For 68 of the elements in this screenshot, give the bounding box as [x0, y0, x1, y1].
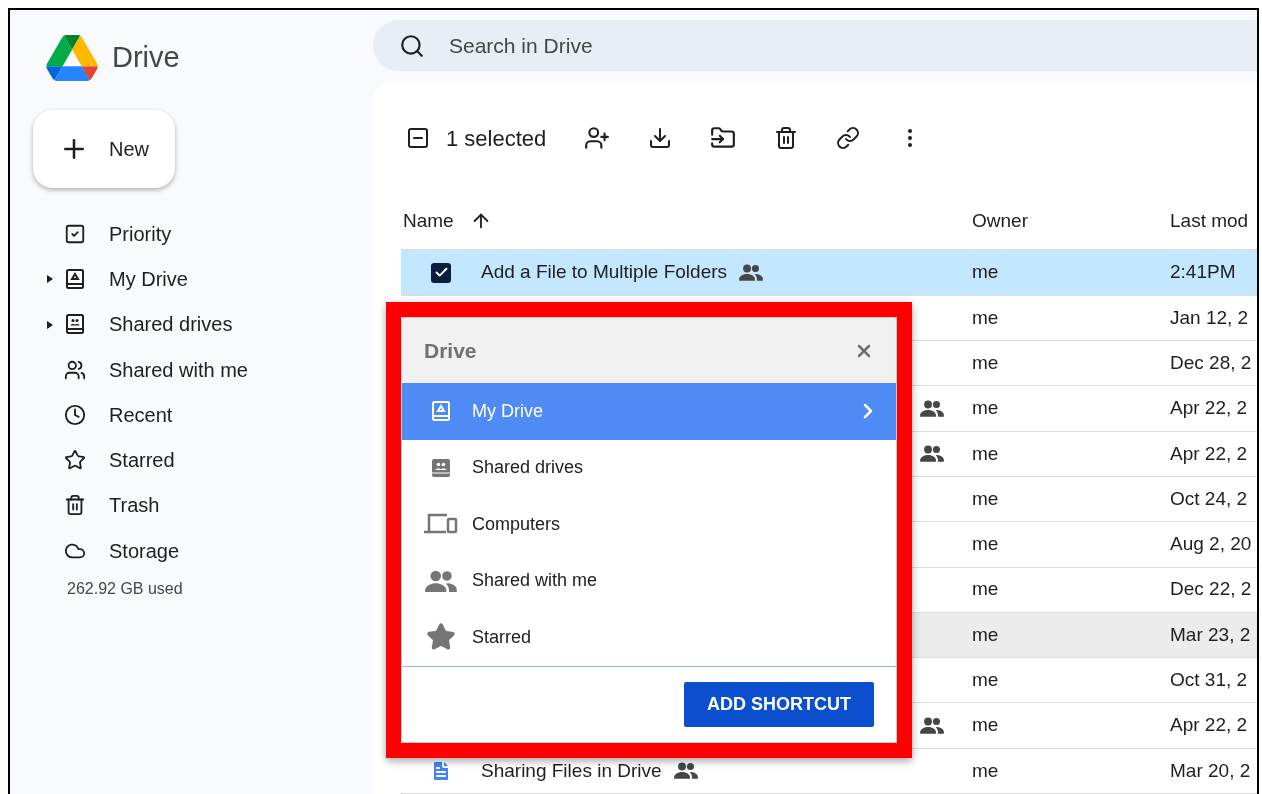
- search-field[interactable]: Search in Drive: [373, 20, 1257, 72]
- shared-drives-icon: [63, 312, 87, 337]
- table-row[interactable]: Add a File to Multiple Folders me 2:41PM: [401, 250, 1257, 296]
- dialog-title: Drive: [424, 337, 477, 364]
- download-icon[interactable]: [648, 126, 673, 151]
- table-cell-text: 2:41PM: [1170, 260, 1236, 285]
- file-name: Add a File to Multiple Folders: [481, 260, 728, 285]
- shared-icon: [739, 264, 764, 281]
- sidebar-item[interactable]: Shared drives: [10, 301, 373, 347]
- table-cell-text: me: [972, 441, 1000, 466]
- table-cell-text: me: [972, 577, 1000, 602]
- search-icon: [399, 32, 425, 59]
- shared-icon: [920, 400, 944, 417]
- share-icon[interactable]: [584, 125, 611, 152]
- add-shortcut-button[interactable]: ADD SHORTCUT: [684, 681, 874, 727]
- table-cell-text: Jan 12, 2: [1170, 305, 1249, 330]
- table-cell-text: Apr 22, 2: [1170, 441, 1248, 466]
- sidebar-item[interactable]: Shared with me: [10, 346, 373, 393]
- trash-icon: [64, 494, 86, 517]
- storage-usage: 262.92 GB used: [66, 579, 184, 600]
- people-icon: [64, 358, 86, 381]
- my-drive-icon: [429, 399, 453, 424]
- table-cell-text: Apr 22, 2: [1170, 713, 1248, 738]
- shared-icon: [673, 762, 698, 780]
- clock-icon: [64, 403, 86, 426]
- shared-icon: [920, 445, 944, 463]
- table-cell-text: Aug 2, 20: [1170, 532, 1252, 557]
- sidebar-item[interactable]: Recent: [10, 392, 373, 438]
- star-icon: [426, 622, 456, 653]
- checkbox[interactable]: [431, 262, 451, 283]
- table-cell-text: me: [972, 532, 1000, 557]
- sidebar-item[interactable]: Trash: [10, 482, 373, 529]
- new-button[interactable]: New: [33, 110, 175, 188]
- table-cell-text: me: [972, 350, 1000, 375]
- table-cell-text: me: [972, 758, 1000, 783]
- table-cell-text: Dec 22, 2: [1170, 577, 1252, 602]
- deselect-checkbox-icon[interactable]: [406, 126, 430, 151]
- priority-icon: [64, 222, 86, 245]
- link-icon[interactable]: [836, 126, 861, 151]
- sidebar-item[interactable]: My Drive: [10, 256, 373, 302]
- table-cell-text: me: [972, 668, 1000, 692]
- column-header[interactable]: Last mod: [1170, 207, 1249, 236]
- table-cell-text: me: [972, 713, 1000, 738]
- table-cell-text: me: [972, 396, 1000, 421]
- table-cell-text: Oct 24, 2: [1170, 486, 1248, 511]
- table-cell-text: me: [972, 486, 1000, 511]
- app-title: Drive: [112, 40, 180, 76]
- trash-icon[interactable]: [774, 126, 799, 151]
- sidebar-item[interactable]: Priority: [10, 211, 373, 257]
- shared-icon: [920, 717, 944, 734]
- table-cell-text: me: [972, 260, 1000, 285]
- table-cell-text: Mar 20, 2: [1170, 758, 1251, 783]
- column-header[interactable]: Owner: [972, 207, 1170, 236]
- star-icon: [64, 449, 86, 472]
- table-cell-text: Mar 23, 2: [1170, 622, 1251, 647]
- table-cell-text: me: [972, 622, 1000, 647]
- sidebar-item[interactable]: Storage: [10, 528, 373, 574]
- table-cell-text: me: [972, 305, 1000, 330]
- drive-logo-icon: [46, 35, 98, 81]
- my-drive-icon: [63, 266, 87, 291]
- sidebar-item[interactable]: Starred: [10, 437, 373, 483]
- people-icon: [425, 569, 457, 592]
- table-cell-text: Oct 31, 2: [1170, 668, 1248, 692]
- table-cell-text: Dec 28, 2: [1170, 350, 1252, 375]
- file-name: Sharing Files in Drive: [481, 758, 662, 783]
- selection-count: 1 selected: [446, 124, 547, 153]
- column-header[interactable]: Name: [403, 207, 454, 236]
- table-cell-text: Apr 22, 2: [1170, 396, 1248, 421]
